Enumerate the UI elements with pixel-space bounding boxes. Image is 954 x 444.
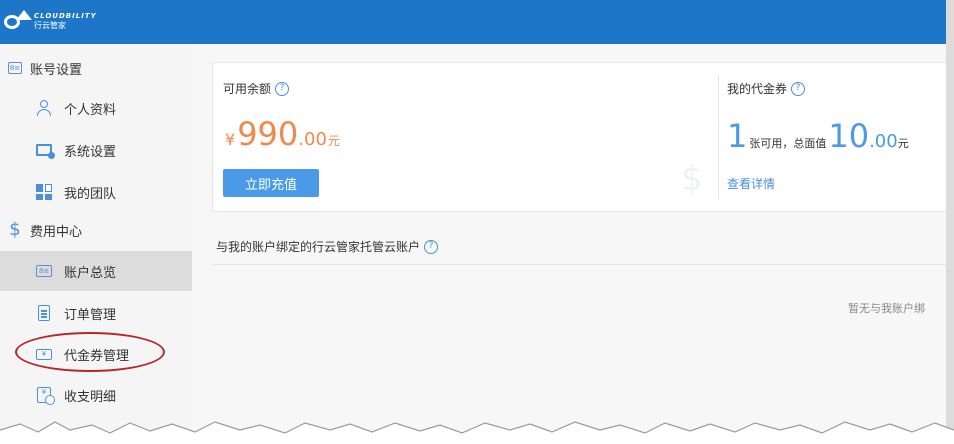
balance-integer: 990 — [237, 115, 299, 153]
balance-unit: 元 — [327, 134, 340, 148]
balance-currency: ¥ — [225, 130, 236, 149]
receipt-search-icon: ¥ — [34, 386, 55, 405]
empty-state-text: 暂无与我账户绑 — [848, 302, 925, 315]
sidebar-item-my-team[interactable]: 我的团队 — [0, 172, 192, 212]
dollar-watermark-icon: $ — [681, 159, 703, 199]
sidebar-item-income-expense-details[interactable]: ¥ 收支明细 — [0, 375, 192, 415]
sidebar-item-account-overview[interactable]: 8≡ 账户总览 — [0, 251, 192, 291]
balance-value: ¥ 990 .00 元 — [225, 115, 340, 153]
coupon-total-decimal: .00 — [869, 131, 898, 152]
sidebar-item-system-settings[interactable]: 系统设置 — [0, 130, 192, 170]
divider — [212, 264, 946, 265]
coupon-count-text: 张可用，总面值 — [749, 137, 827, 150]
bound-accounts-title: 与我的账户绑定的行云管家托管云账户 — [216, 240, 421, 254]
divider — [718, 75, 719, 199]
person-icon — [34, 99, 54, 117]
top-bar: CLOUDBILITY 行云管家 — [0, 0, 946, 44]
team-grid-icon — [34, 183, 54, 201]
highlight-annotation-ellipse — [15, 332, 165, 372]
coupon-label: 我的代金券 — [727, 82, 788, 96]
sidebar-group-label: 账号设置 — [30, 62, 83, 78]
sidebar-item-label: 账户总览 — [64, 265, 117, 281]
id-card-icon: 8≡ — [8, 61, 22, 75]
sidebar-item-order-management[interactable]: 订单管理 — [0, 293, 192, 333]
sidebar-item-label: 系统设置 — [64, 144, 117, 160]
brand-logo[interactable]: CLOUDBILITY 行云管家 — [4, 10, 97, 32]
balance-label: 可用余额 — [223, 82, 272, 96]
brand-name-cn: 行云管家 — [34, 20, 66, 30]
sidebar-group-billing-center[interactable]: $ 费用中心 — [0, 212, 192, 248]
clipboard-icon — [34, 304, 54, 322]
balance-decimal: .00 — [298, 129, 327, 150]
main-content: 可用余额 ? ¥ 990 .00 元 立即充值 $ 我的代金券 ? 1 张可用，… — [192, 44, 948, 444]
monitor-gear-icon — [34, 141, 55, 159]
torn-edge-decoration — [0, 421, 954, 444]
sidebar-item-profile[interactable]: 个人资料 — [0, 88, 192, 128]
window-edge — [946, 0, 954, 444]
coupon-unit: 元 — [897, 137, 909, 150]
help-icon[interactable]: ? — [424, 239, 439, 254]
coupon-count: 1 — [727, 117, 748, 155]
sidebar-item-label: 我的团队 — [64, 186, 117, 202]
help-icon[interactable]: ? — [275, 81, 290, 96]
id-card-icon: 8≡ — [34, 262, 54, 280]
help-icon[interactable]: ? — [791, 81, 806, 96]
brand-name-en: CLOUDBILITY — [34, 11, 97, 20]
dollar-icon: $ — [9, 219, 21, 240]
cloud-logo-icon — [4, 10, 32, 32]
sidebar-group-label: 费用中心 — [30, 224, 83, 240]
sidebar: 8≡ 账号设置 个人资料 系统设置 我的团队 $ 费用中心 8≡ 账户总览 订单… — [0, 44, 193, 444]
sidebar-group-account-settings[interactable]: 8≡ 账号设置 — [0, 50, 192, 86]
coupon-summary: 1 张可用，总面值 10 .00 元 — [727, 117, 909, 155]
recharge-button[interactable]: 立即充值 — [223, 169, 319, 197]
sidebar-item-label: 订单管理 — [64, 307, 117, 323]
coupon-total-integer: 10 — [828, 117, 870, 155]
account-summary-panel: 可用余额 ? ¥ 990 .00 元 立即充值 $ 我的代金券 ? 1 张可用，… — [212, 62, 948, 212]
sidebar-item-label: 收支明细 — [64, 389, 117, 405]
view-detail-link[interactable]: 查看详情 — [727, 175, 775, 192]
sidebar-item-label: 个人资料 — [64, 102, 117, 118]
